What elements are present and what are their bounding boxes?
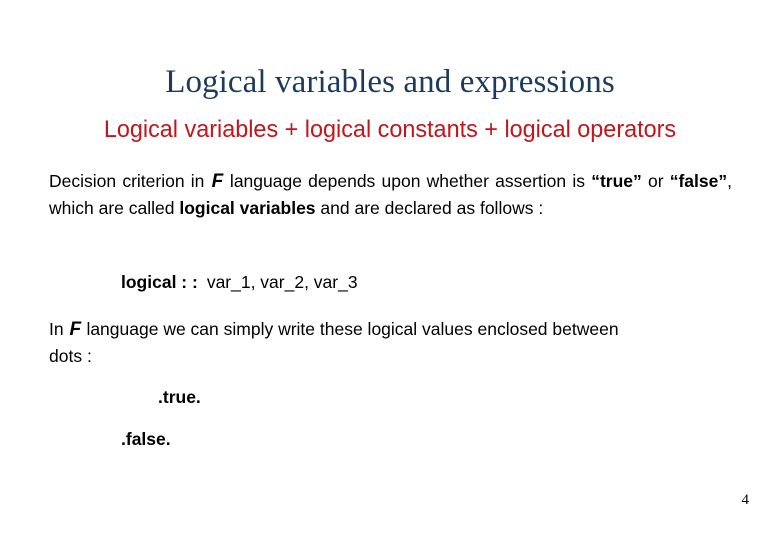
declaration-statement: logical : : var_1, var_2, var_3 (121, 270, 358, 294)
page-number: 4 (741, 492, 750, 508)
declaration-keyword: logical : : (121, 272, 198, 292)
bold-term-logical-variables: logical variables (179, 198, 316, 218)
quoted-true-term: “true” (591, 171, 642, 191)
paragraph-definition-segment-1: Decision criterion in (49, 171, 211, 191)
declaration-variable-list: var_1, var_2, var_3 (206, 272, 358, 292)
paragraph-definition-segment-5: and are declared as follows : (315, 198, 544, 218)
slide-subtitle: Logical variables + logical constants + … (103, 116, 677, 143)
paragraph-dot-notation: In F language we can simply write these … (49, 316, 649, 369)
slide-canvas: Logical variables and expressions Logica… (0, 0, 780, 540)
fortran-f-glyph: F (69, 319, 81, 340)
literal-true: .true. (158, 387, 201, 407)
paragraph-dot-notation-segment-2: language we can simply write these logic… (49, 319, 619, 366)
fortran-f-glyph: F (211, 171, 224, 192)
quoted-false-term: “false” (669, 171, 728, 191)
paragraph-definition: Decision criterion in F language depends… (49, 168, 732, 221)
paragraph-dot-notation-segment-1: In (49, 319, 69, 339)
paragraph-definition-segment-2: language depends upon whether assertion … (223, 171, 592, 191)
page-title: Logical variables and expressions (165, 64, 615, 100)
paragraph-definition-segment-3: or (641, 171, 670, 191)
literal-false: .false. (121, 429, 171, 449)
